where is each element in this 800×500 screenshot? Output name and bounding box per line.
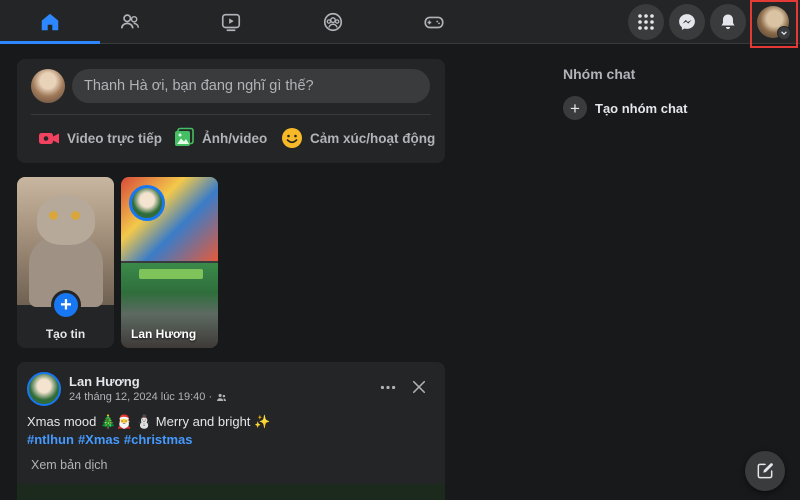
messenger-icon <box>679 14 695 30</box>
top-navigation-bar <box>0 0 800 48</box>
story-card[interactable]: Lan Hương <box>121 177 218 348</box>
avatar[interactable] <box>27 372 61 406</box>
photo-icon <box>175 127 194 146</box>
menu-grid-icon <box>638 14 654 30</box>
tab-friends[interactable] <box>80 0 180 44</box>
messenger-button[interactable] <box>669 4 705 40</box>
hide-post-button[interactable] <box>407 376 431 398</box>
close-icon <box>412 380 426 394</box>
gamepad-icon <box>424 16 444 29</box>
post-media[interactable] <box>17 484 445 500</box>
post-composer: Thanh Hà ơi, bạn đang nghĩ gì thế? Video… <box>17 59 445 163</box>
home-icon <box>41 13 59 31</box>
story-author-name: Lan Hương <box>131 327 197 341</box>
photo-video-label: Ảnh/video <box>202 130 268 146</box>
bell-icon <box>721 14 735 30</box>
live-video-icon <box>39 133 59 144</box>
status-input[interactable]: Thanh Hà ơi, bạn đang nghĩ gì thế? <box>72 69 430 103</box>
groups-icon <box>323 12 343 32</box>
post-options-button[interactable] <box>376 376 400 398</box>
friends-audience-icon <box>217 393 227 401</box>
friends-icon <box>120 14 139 29</box>
photo-video-button[interactable]: Ảnh/video <box>172 125 267 151</box>
divider <box>31 114 431 115</box>
tab-groups[interactable] <box>283 0 383 44</box>
feeling-activity-label: Cảm xúc/hoạt động <box>310 130 436 146</box>
chevron-down-icon <box>777 26 791 40</box>
smile-icon <box>282 128 302 148</box>
create-story-card[interactable]: + Tạo tin <box>17 177 114 348</box>
story-avatar <box>129 185 165 221</box>
post-meta: 24 tháng 12, 2024 lúc 19:40 · <box>69 391 227 403</box>
tab-watch[interactable] <box>181 0 281 44</box>
feed-post: Lan Hương 24 tháng 12, 2024 lúc 19:40 · … <box>17 362 445 500</box>
see-translation-link[interactable]: Xem bản dịch <box>31 458 107 472</box>
post-hashtags: #ntlhun #Xmas #christmas <box>27 432 193 447</box>
hashtag-link[interactable]: #ntlhun <box>27 432 74 447</box>
avatar[interactable] <box>31 69 65 103</box>
create-group-chat-label: Tạo nhóm chat <box>595 100 688 116</box>
notifications-button[interactable] <box>710 4 746 40</box>
story-photo <box>17 177 114 307</box>
group-chats-heading: Nhóm chat <box>563 66 636 82</box>
more-icon <box>380 385 396 389</box>
tab-gaming[interactable] <box>384 0 484 44</box>
menu-button[interactable] <box>628 4 664 40</box>
live-video-label: Video trực tiếp <box>67 130 163 146</box>
post-text: Xmas mood 🎄🎅 ⛄ Merry and bright ✨ <box>27 414 271 429</box>
create-story-label: Tạo tin <box>45 327 86 341</box>
create-group-chat-button[interactable]: + Tạo nhóm chat <box>563 96 687 120</box>
hashtag-link[interactable]: #Xmas <box>78 432 120 447</box>
compose-icon <box>757 463 773 479</box>
live-video-button[interactable]: Video trực tiếp <box>37 125 162 151</box>
account-button[interactable] <box>750 0 798 48</box>
post-timestamp[interactable]: 24 tháng 12, 2024 lúc 19:40 · <box>69 391 212 403</box>
add-story-icon: + <box>51 290 81 320</box>
hashtag-link[interactable]: #christmas <box>124 432 193 447</box>
new-message-button[interactable] <box>745 451 785 491</box>
feeling-activity-button[interactable]: Cảm xúc/hoạt động <box>280 125 435 151</box>
plus-icon: + <box>563 96 587 120</box>
post-author-name[interactable]: Lan Hương <box>69 374 140 389</box>
video-icon <box>221 13 241 32</box>
